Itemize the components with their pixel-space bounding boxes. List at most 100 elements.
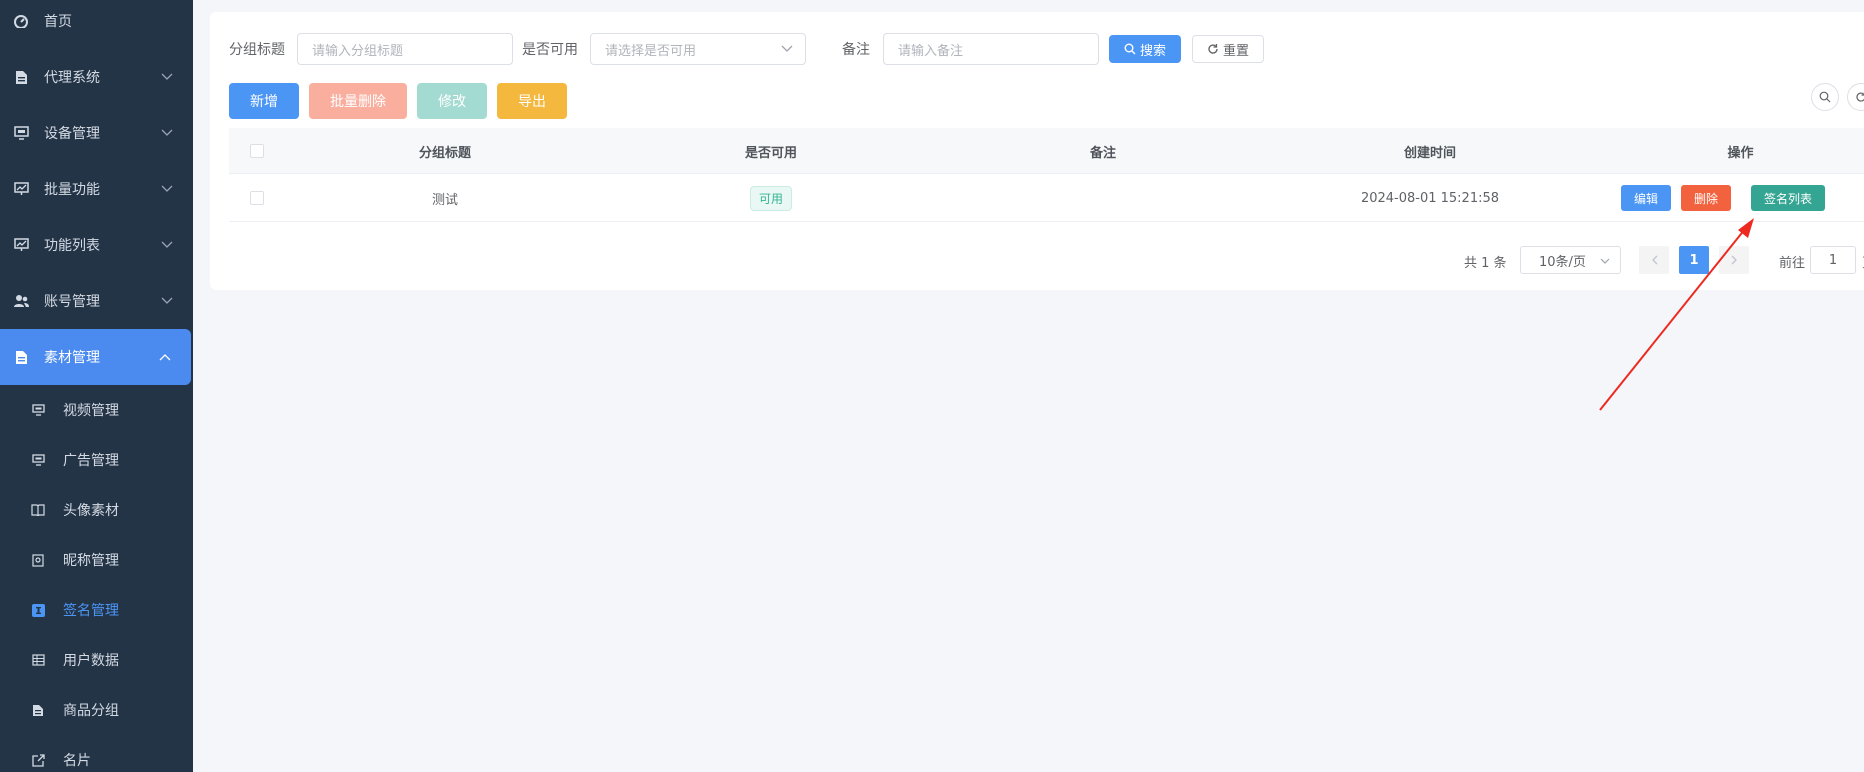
column-header-available[interactable]: 是否可用 — [605, 128, 937, 174]
sidebar-item-label: 素材管理 — [44, 350, 100, 366]
page-number-button[interactable]: 1 — [1679, 246, 1709, 274]
column-header-created-at[interactable]: 创建时间 — [1269, 128, 1591, 174]
refresh-icon — [1208, 44, 1218, 54]
external-link-icon — [31, 753, 45, 767]
row-select-cell — [229, 174, 285, 222]
chevron-left-icon — [1651, 255, 1657, 265]
row-signature-list-button[interactable]: 签名列表 — [1751, 185, 1825, 211]
chevron-down-icon — [1600, 258, 1610, 264]
sidebar-item-device-management[interactable]: 设备管理 — [0, 105, 193, 161]
chevron-right-icon — [1731, 255, 1737, 265]
sidebar-item-account-management[interactable]: 账号管理 — [0, 273, 193, 329]
column-header-title[interactable]: 分组标题 — [285, 128, 605, 174]
sidebar-item-label: 功能列表 — [44, 238, 100, 254]
search-icon — [1819, 91, 1831, 103]
sidebar-item-label: 批量功能 — [44, 182, 100, 198]
cell-title: 测试 — [431, 192, 458, 208]
cell-remark — [937, 174, 1269, 222]
sidebar-subitem-business-card[interactable]: 名片 — [0, 735, 193, 772]
sidebar-subitem-label: 昵称管理 — [63, 553, 119, 569]
chevron-down-icon — [161, 129, 173, 136]
sidebar-subitem-avatar[interactable]: 头像素材 — [0, 485, 193, 535]
sidebar-subitem-video[interactable]: 视频管理 — [0, 385, 193, 435]
table-row: 测试 可用 2024-08-01 15:21:58 编辑 删除 签名列表 — [229, 174, 1864, 222]
id-card-icon — [31, 553, 45, 567]
sidebar-subitem-user-data[interactable]: 用户数据 — [0, 635, 193, 685]
grid-table-icon — [31, 653, 45, 667]
chevron-down-icon — [161, 185, 173, 192]
status-badge: 可用 — [749, 185, 792, 211]
available-select[interactable]: 请选择是否可用 — [590, 33, 806, 65]
sidebar-item-batch-functions[interactable]: 批量功能 — [0, 161, 193, 217]
goto-page-input[interactable]: 1 — [1810, 246, 1856, 274]
sidebar-item-label: 代理系统 — [44, 70, 100, 86]
chevron-down-icon — [161, 241, 173, 248]
sidebar-subitem-label: 头像素材 — [63, 503, 119, 519]
sidebar: 首页 代理系统 设备管理 批量功能 功能列表 账号管理 素材管理 视频管理 广告… — [0, 0, 193, 772]
sidebar-item-function-list[interactable]: 功能列表 — [0, 217, 193, 273]
monitor-icon — [31, 403, 45, 417]
text-cursor-icon — [31, 603, 45, 617]
users-icon — [13, 293, 29, 309]
sidebar-subitem-label: 名片 — [63, 753, 91, 769]
sidebar-subitem-label: 签名管理 — [63, 603, 119, 619]
refresh-icon — [1856, 92, 1864, 102]
cell-available: 可用 — [605, 174, 937, 222]
row-edit-button[interactable]: 编辑 — [1621, 185, 1671, 211]
row-delete-button[interactable]: 删除 — [1681, 185, 1731, 211]
add-button-label: 新增 — [250, 94, 278, 110]
batch-delete-button[interactable]: 批量删除 — [309, 83, 407, 119]
document-icon — [13, 69, 29, 85]
monitor-icon — [13, 125, 29, 141]
document-icon — [31, 703, 45, 717]
monitor-icon — [31, 453, 45, 467]
batch-delete-button-label: 批量删除 — [330, 94, 386, 110]
goto-label: 前往 — [1779, 256, 1806, 271]
input-placeholder: 请输入备注 — [898, 43, 964, 59]
sidebar-item-agent-system[interactable]: 代理系统 — [0, 49, 193, 105]
input-placeholder: 请输入分组标题 — [312, 43, 404, 59]
row-checkbox[interactable] — [250, 191, 264, 205]
sidebar-subitem-label: 用户数据 — [63, 653, 119, 669]
page-size-value: 10条/页 — [1539, 254, 1586, 270]
select-all-checkbox[interactable] — [250, 144, 264, 158]
search-icon — [1124, 43, 1136, 55]
reset-button-label: 重置 — [1222, 43, 1249, 59]
chart-monitor-icon — [13, 237, 29, 253]
chevron-down-icon — [161, 297, 173, 304]
page-size-select[interactable]: 10条/页 — [1520, 246, 1621, 274]
edit-button[interactable]: 修改 — [417, 83, 487, 119]
pagination-total: 共 1 条 — [1464, 256, 1507, 271]
chevron-up-icon — [159, 354, 171, 361]
main-card: 分组标题 请输入分组标题 是否可用 请选择是否可用 备注 请输入备注 搜索 重置… — [210, 12, 1864, 290]
prev-page-button[interactable] — [1639, 246, 1669, 274]
sidebar-item-label: 首页 — [44, 14, 72, 30]
column-header-remark[interactable]: 备注 — [937, 128, 1269, 174]
search-button[interactable]: 搜索 — [1109, 35, 1181, 63]
sidebar-item-material-management[interactable]: 素材管理 — [0, 329, 191, 385]
remark-search-input[interactable]: 请输入备注 — [883, 33, 1099, 65]
refresh-table-button[interactable] — [1847, 83, 1864, 111]
sidebar-item-home[interactable]: 首页 — [0, 0, 193, 49]
book-icon — [31, 503, 45, 517]
export-button-label: 导出 — [518, 94, 546, 110]
add-button[interactable]: 新增 — [229, 83, 299, 119]
cell-created-at: 2024-08-01 15:21:58 — [1360, 190, 1500, 206]
sidebar-subitem-product-groups[interactable]: 商品分组 — [0, 685, 193, 735]
table-header: 分组标题 是否可用 备注 创建时间 操作 — [229, 128, 1864, 174]
export-button[interactable]: 导出 — [497, 83, 567, 119]
sidebar-subitem-signature[interactable]: 签名管理 — [0, 585, 193, 635]
chevron-down-icon — [161, 73, 173, 80]
sidebar-subitem-nickname[interactable]: 昵称管理 — [0, 535, 193, 585]
sidebar-item-label: 账号管理 — [44, 294, 100, 310]
reset-button[interactable]: 重置 — [1192, 35, 1264, 63]
toggle-search-button[interactable] — [1811, 83, 1839, 111]
title-search-input[interactable]: 请输入分组标题 — [297, 33, 513, 65]
next-page-button[interactable] — [1719, 246, 1749, 274]
sidebar-subitem-label: 视频管理 — [63, 403, 119, 419]
title-filter-label: 分组标题 — [229, 42, 285, 58]
sidebar-item-label: 设备管理 — [44, 126, 100, 142]
remark-filter-label: 备注 — [842, 42, 870, 58]
sidebar-subitem-ads[interactable]: 广告管理 — [0, 435, 193, 485]
select-all-cell — [229, 128, 285, 174]
